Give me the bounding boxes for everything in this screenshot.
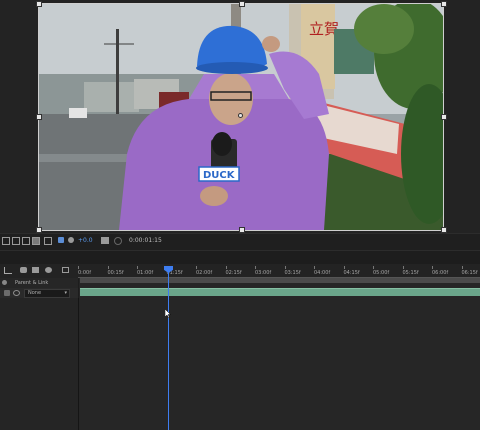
region-of-interest-icon[interactable] <box>2 237 10 245</box>
gear-icon[interactable] <box>2 280 7 285</box>
layer-duration-bar[interactable] <box>80 288 480 296</box>
ruler-tick-mark <box>255 266 256 269</box>
ruler-tick-label: 06:00f <box>432 270 449 276</box>
layer-column-header: Parent & Link <box>0 278 78 288</box>
mask-visibility-icon[interactable] <box>22 237 30 245</box>
exposure-value[interactable]: +0.0 <box>78 237 93 244</box>
ruler-tick-mark <box>107 266 109 269</box>
hide-shy-layers-icon[interactable] <box>32 267 39 273</box>
ruler-tick-label: 04:00f <box>314 270 331 276</box>
ruler-tick-mark <box>284 266 286 269</box>
parent-link-header: Parent & Link <box>15 280 49 286</box>
work-area-bar[interactable] <box>80 278 480 283</box>
ruler-tick-mark <box>343 266 345 269</box>
ruler-tick-label: 0:00f <box>78 270 91 276</box>
channel-icon[interactable] <box>44 237 52 245</box>
ruler-tick-mark <box>432 266 433 269</box>
parent-dropdown-value: None <box>28 290 42 296</box>
ruler-tick-label: 06:15f <box>461 270 478 276</box>
color-management-icon[interactable] <box>58 237 64 243</box>
transform-handle[interactable] <box>441 1 447 7</box>
settings-gear-icon[interactable] <box>68 237 74 243</box>
ruler-tick-label: 00:15f <box>107 270 124 276</box>
layer-row[interactable]: None ▾ <box>0 288 78 298</box>
ruler-tick-mark <box>402 266 404 269</box>
show-snapshot-icon[interactable] <box>114 237 122 245</box>
ruler-tick-label: 03:15f <box>284 270 301 276</box>
ruler-tick-mark <box>196 266 197 269</box>
track-area[interactable] <box>79 278 480 430</box>
ruler-tick-mark <box>137 266 138 269</box>
ruler-tick-label: 02:00f <box>196 270 213 276</box>
mouse-cursor-icon <box>165 309 171 318</box>
viewer-toolbar: +0.0 0:00:01:15 <box>0 233 480 251</box>
current-timecode[interactable]: 0:00:01:15 <box>129 237 162 244</box>
svg-text:DUCK: DUCK <box>203 170 236 181</box>
layer-panel-empty <box>0 298 79 430</box>
transform-handle[interactable] <box>36 1 42 7</box>
ruler-tick-mark <box>225 266 227 269</box>
motion-blur-icon[interactable] <box>62 267 69 273</box>
composition-viewer[interactable]: 立賀 DUCK <box>0 0 480 233</box>
frame-blending-icon[interactable] <box>45 267 52 273</box>
transform-handle[interactable] <box>239 1 245 7</box>
snapshot-camera-icon[interactable] <box>101 237 109 244</box>
ruler-tick-mark <box>373 266 374 269</box>
transform-handle[interactable] <box>36 114 42 120</box>
draft-3d-icon[interactable] <box>20 267 27 273</box>
guides-icon[interactable] <box>32 237 40 245</box>
chevron-down-icon: ▾ <box>64 290 67 296</box>
transform-handle[interactable] <box>441 114 447 120</box>
ruler-tick-mark <box>314 266 315 269</box>
ruler-tick-label: 04:15f <box>343 270 360 276</box>
solo-toggle-icon[interactable] <box>4 290 10 296</box>
composition-flowchart-icon[interactable] <box>4 267 12 274</box>
ruler-tick-label: 03:00f <box>255 270 272 276</box>
parent-dropdown[interactable]: None ▾ <box>24 289 70 298</box>
ruler-tick-label: 02:15f <box>225 270 242 276</box>
playhead-line <box>168 268 169 430</box>
pickwhip-icon[interactable] <box>13 290 20 296</box>
ruler-tick-mark <box>78 266 79 269</box>
anchor-point-icon[interactable] <box>238 113 243 118</box>
ruler-tick-label: 05:15f <box>402 270 419 276</box>
ruler-tick-mark <box>461 266 463 269</box>
ruler-tick-label: 05:00f <box>373 270 390 276</box>
ruler-tick-label: 01:00f <box>137 270 154 276</box>
transparency-grid-icon[interactable] <box>12 237 20 245</box>
